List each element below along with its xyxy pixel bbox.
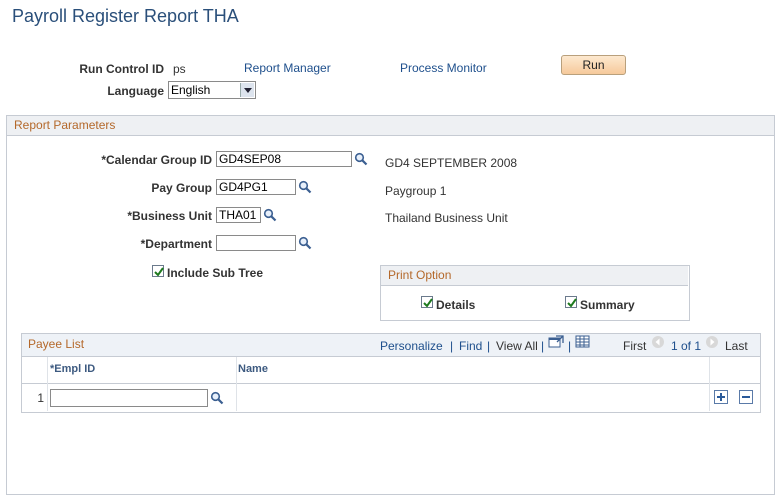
column-divider [709,357,710,411]
next-arrow-icon[interactable] [705,335,719,349]
grid-column-header-row [22,357,760,384]
toolbar-separator: | [450,339,454,353]
row-number: 1 [37,391,44,405]
details-label: Details [436,298,476,312]
report-parameters-header: Report Parameters [7,116,774,136]
previous-arrow-icon[interactable] [651,335,665,349]
column-divider [236,357,237,411]
column-header-name[interactable]: Name [238,363,268,375]
checkmark-icon [154,267,164,277]
first-label[interactable]: First [623,339,646,353]
plus-icon [717,393,725,401]
pay-group-description: Paygroup 1 [385,184,447,198]
run-button[interactable]: Run [561,55,626,75]
summary-checkbox[interactable] [565,296,577,308]
business-unit-label: *Business Unit [127,209,212,223]
print-option-header: Print Option [381,266,688,286]
calendar-group-input[interactable] [216,151,352,167]
search-icon[interactable] [263,208,277,222]
column-divider [47,357,48,411]
empl-id-input[interactable] [50,389,208,407]
business-unit-description: Thailand Business Unit [385,211,508,225]
download-grid-icon[interactable] [575,335,591,349]
find-link[interactable]: Find [459,339,482,353]
run-control-label: Run Control ID [79,62,164,76]
minus-icon [742,396,750,398]
add-row-button[interactable] [714,390,728,404]
search-icon[interactable] [210,391,224,405]
toolbar-separator: | [541,339,545,353]
toolbar-separator: | [487,339,491,353]
view-all-link[interactable]: View All [496,339,538,353]
chevron-down-icon[interactable] [240,83,254,97]
checkmark-icon [567,298,577,308]
calendar-group-label: *Calendar Group ID [101,153,212,167]
new-window-icon[interactable] [548,335,564,349]
payee-list-title: Payee List [28,337,85,351]
calendar-group-description: GD4 SEPTEMBER 2008 [385,156,518,170]
last-label[interactable]: Last [725,339,748,353]
page-info: 1 of 1 [671,339,702,353]
department-input[interactable] [216,235,296,251]
search-icon[interactable] [298,236,312,250]
toolbar-separator: | [568,339,572,353]
report-parameters-title: Report Parameters [14,118,116,132]
column-header-empl-id[interactable]: *Empl ID [50,363,95,375]
language-label: Language [107,84,164,98]
language-selected-value: English [171,83,211,97]
delete-row-button[interactable] [739,390,753,404]
business-unit-input[interactable] [216,207,261,223]
pay-group-input[interactable] [216,179,296,195]
print-option-title: Print Option [388,268,452,282]
run-control-value: ps [173,62,186,76]
details-checkbox[interactable] [421,296,433,308]
process-monitor-link[interactable]: Process Monitor [400,61,487,75]
department-label: *Department [140,237,212,251]
include-sub-tree-label: Include Sub Tree [167,266,264,280]
checkmark-icon [423,298,433,308]
summary-label: Summary [580,298,635,312]
page-title: Payroll Register Report THA [12,6,239,26]
include-sub-tree-checkbox[interactable] [152,265,164,277]
personalize-link[interactable]: Personalize [380,339,443,353]
search-icon[interactable] [354,152,368,166]
language-select[interactable]: English [168,81,256,99]
search-icon[interactable] [298,180,312,194]
pay-group-label: Pay Group [151,181,212,195]
report-manager-link[interactable]: Report Manager [244,61,331,75]
